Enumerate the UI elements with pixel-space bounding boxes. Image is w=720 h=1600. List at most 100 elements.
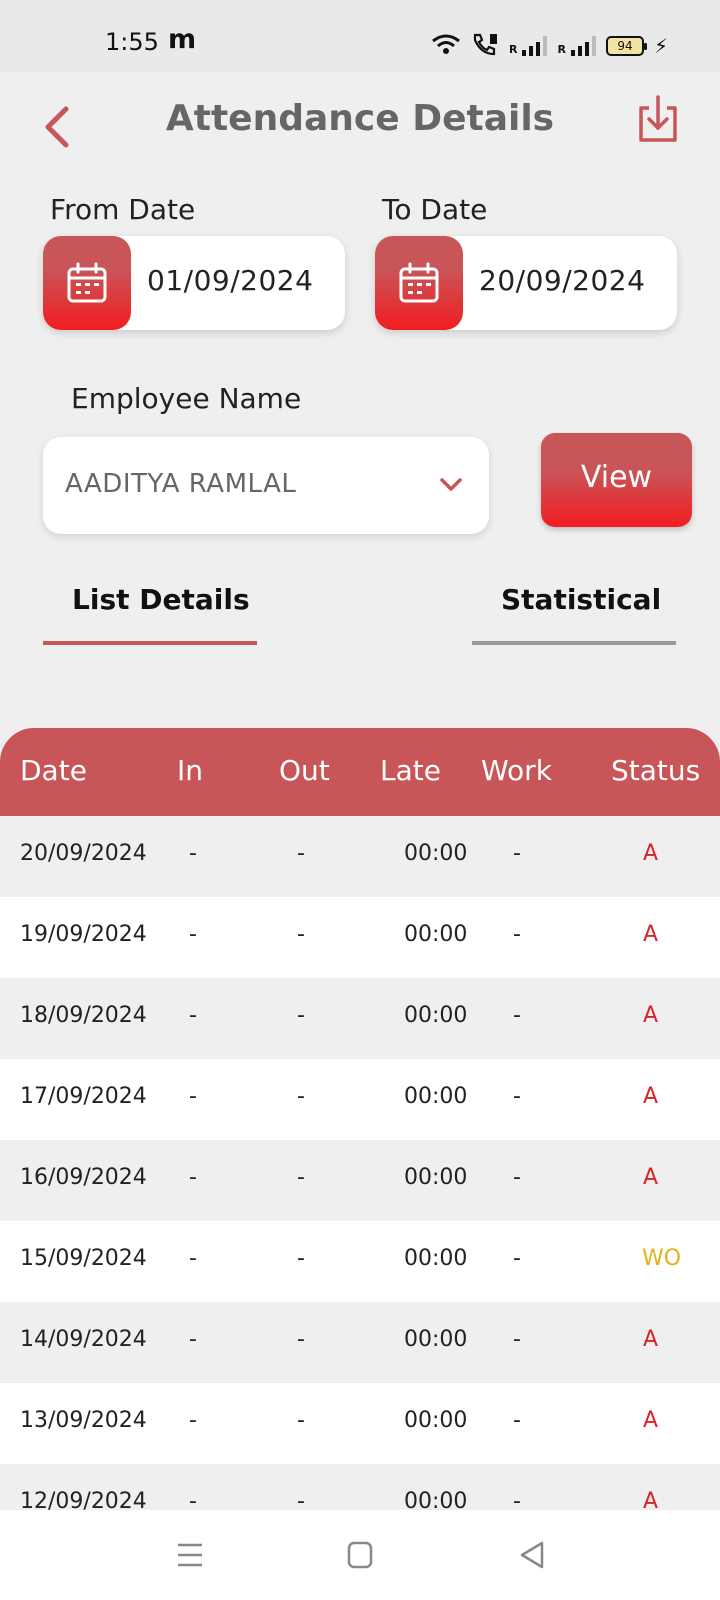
cell-work: -	[513, 1408, 521, 1433]
cell-late: 00:00	[404, 1165, 468, 1190]
calendar-icon	[399, 262, 439, 303]
cell-work: -	[513, 1003, 521, 1028]
app-notification-icon: m	[168, 24, 197, 55]
to-date-label: To Date	[382, 193, 488, 226]
cell-late: 00:00	[404, 1003, 468, 1028]
column-header-date: Date	[20, 754, 87, 787]
cell-status: A	[643, 1408, 659, 1433]
cell-status: A	[643, 1084, 659, 1109]
table-row: 16/09/2024 - - 00:00 - A	[0, 1140, 720, 1221]
status-icons: R R 94 ⚡	[431, 30, 668, 56]
from-date-field[interactable]: 01/09/2024	[43, 236, 345, 330]
table-row: 19/09/2024 - - 00:00 - A	[0, 897, 720, 978]
from-date-label: From Date	[50, 193, 196, 226]
employee-select-value: AADITYA RAMLAL	[65, 469, 297, 499]
cell-out: -	[297, 841, 305, 866]
cell-status: A	[643, 1489, 659, 1510]
cell-date: 15/09/2024	[20, 1246, 147, 1271]
volte-call-icon	[473, 33, 497, 56]
battery-icon: 94	[605, 36, 647, 56]
table-row: 17/09/2024 - - 00:00 - A	[0, 1059, 720, 1140]
column-header-status: Status	[611, 754, 701, 787]
cell-late: 00:00	[404, 1084, 468, 1109]
cell-status: A	[643, 1327, 659, 1352]
cell-date: 13/09/2024	[20, 1408, 147, 1433]
cell-date: 17/09/2024	[20, 1084, 147, 1109]
cell-status: WO	[642, 1246, 682, 1271]
cell-work: -	[513, 1489, 521, 1510]
to-date-calendar-button[interactable]	[375, 236, 463, 330]
menu-icon	[178, 1543, 202, 1567]
cell-late: 00:00	[404, 1489, 468, 1510]
table-row: 20/09/2024 - - 00:00 - A	[0, 816, 720, 897]
tab-statistical[interactable]: Statistical	[501, 583, 661, 616]
home-button[interactable]	[342, 1538, 378, 1572]
status-time: 1:55	[105, 28, 159, 56]
cell-date: 16/09/2024	[20, 1165, 147, 1190]
download-icon	[639, 95, 677, 142]
cell-out: -	[297, 1165, 305, 1190]
signal-strength-sim1-icon: R	[509, 34, 548, 56]
cell-in: -	[189, 1327, 197, 1352]
column-header-late: Late	[380, 754, 441, 787]
cell-work: -	[513, 1084, 521, 1109]
cell-status: A	[643, 841, 659, 866]
chevron-down-icon	[440, 478, 462, 491]
cell-work: -	[513, 1327, 521, 1352]
cell-date: 18/09/2024	[20, 1003, 147, 1028]
cell-in: -	[189, 1003, 197, 1028]
cell-late: 00:00	[404, 1408, 468, 1433]
cell-in: -	[189, 922, 197, 947]
tab-statistical-indicator	[472, 641, 676, 645]
view-button[interactable]: View	[541, 433, 692, 527]
cell-late: 00:00	[404, 841, 468, 866]
from-date-value: 01/09/2024	[147, 264, 314, 297]
table-header: Date In Out Late Work Status	[0, 728, 720, 816]
recent-apps-button[interactable]	[172, 1538, 208, 1572]
cell-in: -	[189, 841, 197, 866]
cell-date: 20/09/2024	[20, 841, 147, 866]
cell-out: -	[297, 1408, 305, 1433]
column-header-out: Out	[279, 754, 330, 787]
cell-out: -	[297, 1003, 305, 1028]
attendance-table-body[interactable]: 20/09/2024 - - 00:00 - A 19/09/2024 - - …	[0, 816, 720, 1510]
cell-status: A	[643, 922, 659, 947]
to-date-value: 20/09/2024	[479, 264, 646, 297]
column-header-in: In	[177, 754, 204, 787]
cell-in: -	[189, 1408, 197, 1433]
system-navigation-bar	[0, 1510, 720, 1600]
signal-strength-sim2-icon: R	[557, 34, 596, 56]
cell-out: -	[297, 1084, 305, 1109]
cell-in: -	[189, 1246, 197, 1271]
cell-in: -	[189, 1489, 197, 1510]
cell-in: -	[189, 1084, 197, 1109]
cell-late: 00:00	[404, 1246, 468, 1271]
download-button[interactable]	[636, 94, 680, 144]
cell-work: -	[513, 1165, 521, 1190]
from-date-calendar-button[interactable]	[43, 236, 131, 330]
to-date-field[interactable]: 20/09/2024	[375, 236, 677, 330]
status-bar: 1:55 m R R 94 ⚡	[0, 0, 720, 72]
tab-list-details[interactable]: List Details	[72, 583, 250, 616]
cell-status: A	[643, 1003, 659, 1028]
cell-work: -	[513, 1246, 521, 1271]
cell-late: 00:00	[404, 922, 468, 947]
cell-late: 00:00	[404, 1327, 468, 1352]
cell-out: -	[297, 922, 305, 947]
cell-date: 19/09/2024	[20, 922, 147, 947]
wifi-icon	[432, 34, 460, 54]
calendar-icon	[67, 262, 107, 303]
page-title: Attendance Details	[165, 98, 555, 139]
cell-status: A	[643, 1165, 659, 1190]
employee-select[interactable]: AADITYA RAMLAL	[43, 437, 489, 534]
cell-out: -	[297, 1246, 305, 1271]
column-header-work: Work	[481, 754, 552, 787]
tab-list-details-indicator	[43, 641, 257, 645]
charging-bolt-icon: ⚡	[653, 34, 668, 58]
system-back-button[interactable]	[514, 1538, 550, 1572]
home-square-icon	[347, 1541, 373, 1569]
cell-work: -	[513, 841, 521, 866]
table-row: 12/09/2024 - - 00:00 - A	[0, 1464, 720, 1510]
table-row: 14/09/2024 - - 00:00 - A	[0, 1302, 720, 1383]
table-row: 13/09/2024 - - 00:00 - A	[0, 1383, 720, 1464]
